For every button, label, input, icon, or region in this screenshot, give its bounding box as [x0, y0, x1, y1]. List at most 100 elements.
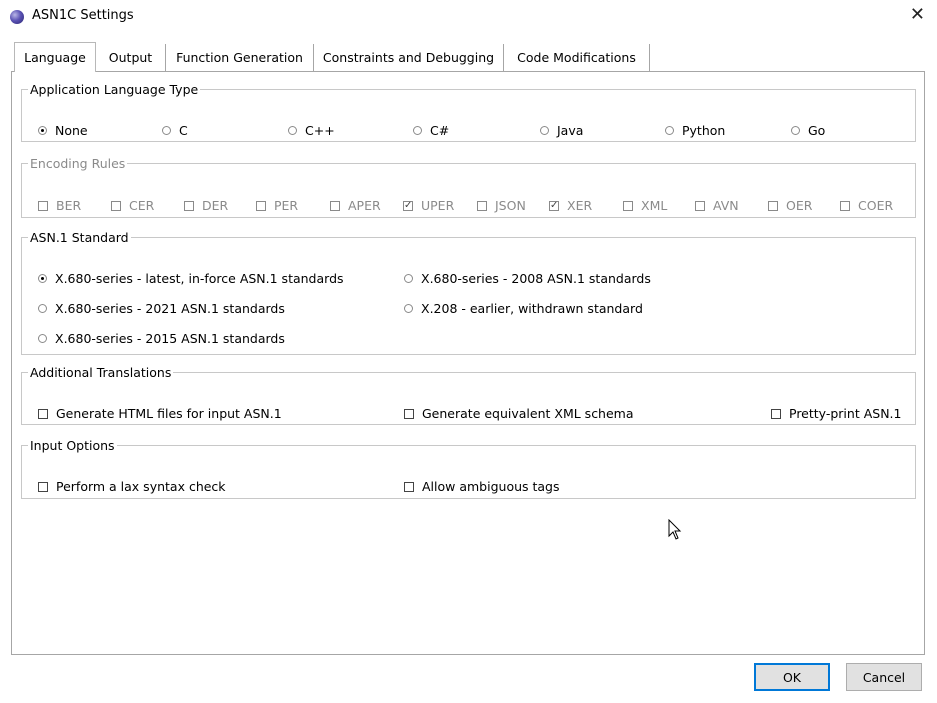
- checkbox[interactable]: [549, 200, 559, 211]
- tab-constraints-debugging[interactable]: Constraints and Debugging: [314, 44, 504, 71]
- radio-language-cpp[interactable]: C++: [288, 123, 335, 138]
- checkbox-der[interactable]: DER: [184, 198, 228, 213]
- radio-language-go[interactable]: Go: [791, 123, 825, 138]
- radio-button[interactable]: [404, 304, 413, 313]
- radio-button[interactable]: [404, 274, 413, 283]
- checkbox[interactable]: [404, 481, 414, 492]
- radio-label: C#: [430, 123, 450, 138]
- close-icon[interactable]: ✕: [910, 6, 925, 24]
- radio-label: X.680-series - 2021 ASN.1 standards: [55, 301, 285, 316]
- checkbox[interactable]: [111, 200, 121, 211]
- radio-label: None: [55, 123, 88, 138]
- checkbox[interactable]: [330, 200, 340, 211]
- radio-button[interactable]: [540, 126, 549, 135]
- radio-label: X.680-series - 2008 ASN.1 standards: [421, 271, 651, 286]
- radio-button[interactable]: [38, 334, 47, 343]
- checkbox-ber[interactable]: BER: [38, 198, 81, 213]
- checkbox-json[interactable]: JSON: [477, 198, 526, 213]
- checkbox[interactable]: [768, 200, 778, 211]
- radio-button[interactable]: [791, 126, 800, 135]
- checkbox-label: APER: [348, 198, 381, 213]
- checkbox-generate-html[interactable]: Generate HTML files for input ASN.1: [38, 406, 282, 421]
- checkbox-label: Generate HTML files for input ASN.1: [56, 406, 282, 421]
- additional-translations-group: Additional Translations Generate HTML fi…: [21, 365, 916, 425]
- checkbox[interactable]: [477, 200, 487, 211]
- tab-function-generation[interactable]: Function Generation: [166, 44, 314, 71]
- checkbox-label: AVN: [713, 198, 739, 213]
- checkbox[interactable]: [695, 200, 705, 211]
- radio-button[interactable]: [413, 126, 422, 135]
- radio-language-none[interactable]: None: [38, 123, 88, 138]
- checkbox-ambiguous-tags[interactable]: Allow ambiguous tags: [404, 479, 560, 494]
- checkbox[interactable]: [840, 200, 850, 211]
- additional-translations-title: Additional Translations: [30, 365, 172, 380]
- checkbox[interactable]: [623, 200, 633, 211]
- radio-label: C++: [305, 123, 335, 138]
- encoding-rules-group: Encoding Rules BER CER DER PER APER UPER…: [21, 156, 916, 218]
- radio-button[interactable]: [38, 274, 47, 283]
- checkbox[interactable]: [403, 200, 413, 211]
- checkbox-label: OER: [786, 198, 813, 213]
- checkbox-label: Allow ambiguous tags: [422, 479, 560, 494]
- radio-label: X.208 - earlier, withdrawn standard: [421, 301, 643, 316]
- radio-standard-2008[interactable]: X.680-series - 2008 ASN.1 standards: [404, 271, 651, 286]
- tab-language[interactable]: Language: [14, 42, 96, 72]
- radio-button[interactable]: [162, 126, 171, 135]
- checkbox-label: DER: [202, 198, 229, 213]
- checkbox-pretty-print[interactable]: Pretty-print ASN.1: [771, 406, 901, 421]
- radio-standard-latest[interactable]: X.680-series - latest, in-force ASN.1 st…: [38, 271, 344, 286]
- radio-button[interactable]: [288, 126, 297, 135]
- radio-button[interactable]: [38, 126, 47, 135]
- checkbox-label: CER: [129, 198, 155, 213]
- checkbox-cer[interactable]: CER: [111, 198, 154, 213]
- tab-output-label: Output: [108, 50, 153, 65]
- checkbox-label: BER: [56, 198, 82, 213]
- tab-panel: Application Language Type None C C++ C# …: [11, 71, 925, 655]
- asn1-standard-title: ASN.1 Standard: [30, 230, 129, 245]
- checkbox-label: XML: [641, 198, 668, 213]
- checkbox-label: PER: [274, 198, 299, 213]
- encoding-rules-title: Encoding Rules: [30, 156, 126, 171]
- checkbox[interactable]: [38, 200, 48, 211]
- app-logo-icon: [10, 10, 24, 24]
- checkbox-oer[interactable]: OER: [768, 198, 812, 213]
- radio-language-java[interactable]: Java: [540, 123, 583, 138]
- tab-function-generation-label: Function Generation: [176, 50, 303, 65]
- checkbox-xer[interactable]: XER: [549, 198, 592, 213]
- radio-label: C: [179, 123, 188, 138]
- input-options-group: Input Options Perform a lax syntax check…: [21, 438, 916, 499]
- radio-standard-2015[interactable]: X.680-series - 2015 ASN.1 standards: [38, 331, 285, 346]
- checkbox[interactable]: [404, 408, 414, 419]
- radio-button[interactable]: [665, 126, 674, 135]
- ok-button[interactable]: OK: [754, 663, 830, 691]
- asn1-standard-group: ASN.1 Standard X.680-series - latest, in…: [21, 230, 916, 355]
- checkbox-label: JSON: [495, 198, 526, 213]
- checkbox-coer[interactable]: COER: [840, 198, 893, 213]
- tab-output[interactable]: Output: [96, 44, 166, 71]
- checkbox-per[interactable]: PER: [256, 198, 298, 213]
- cancel-button[interactable]: Cancel: [846, 663, 922, 691]
- tab-code-modifications[interactable]: Code Modifications: [504, 44, 650, 71]
- checkbox[interactable]: [38, 481, 48, 492]
- checkbox-avn[interactable]: AVN: [695, 198, 739, 213]
- checkbox-label: UPER: [421, 198, 455, 213]
- checkbox-generate-xml-schema[interactable]: Generate equivalent XML schema: [404, 406, 634, 421]
- checkbox-label: Generate equivalent XML schema: [422, 406, 634, 421]
- checkbox-xml[interactable]: XML: [623, 198, 667, 213]
- checkbox-uper[interactable]: UPER: [403, 198, 454, 213]
- checkbox[interactable]: [38, 408, 48, 419]
- radio-standard-x208[interactable]: X.208 - earlier, withdrawn standard: [404, 301, 643, 316]
- checkbox-label: Perform a lax syntax check: [56, 479, 226, 494]
- radio-language-python[interactable]: Python: [665, 123, 725, 138]
- checkbox-lax-syntax[interactable]: Perform a lax syntax check: [38, 479, 226, 494]
- checkbox-aper[interactable]: APER: [330, 198, 381, 213]
- checkbox[interactable]: [256, 200, 266, 211]
- checkbox[interactable]: [184, 200, 194, 211]
- radio-label: X.680-series - latest, in-force ASN.1 st…: [55, 271, 344, 286]
- radio-button[interactable]: [38, 304, 47, 313]
- radio-language-csharp[interactable]: C#: [413, 123, 449, 138]
- radio-standard-2021[interactable]: X.680-series - 2021 ASN.1 standards: [38, 301, 285, 316]
- window-title: ASN1C Settings: [32, 8, 134, 23]
- radio-language-c[interactable]: C: [162, 123, 188, 138]
- checkbox[interactable]: [771, 408, 781, 419]
